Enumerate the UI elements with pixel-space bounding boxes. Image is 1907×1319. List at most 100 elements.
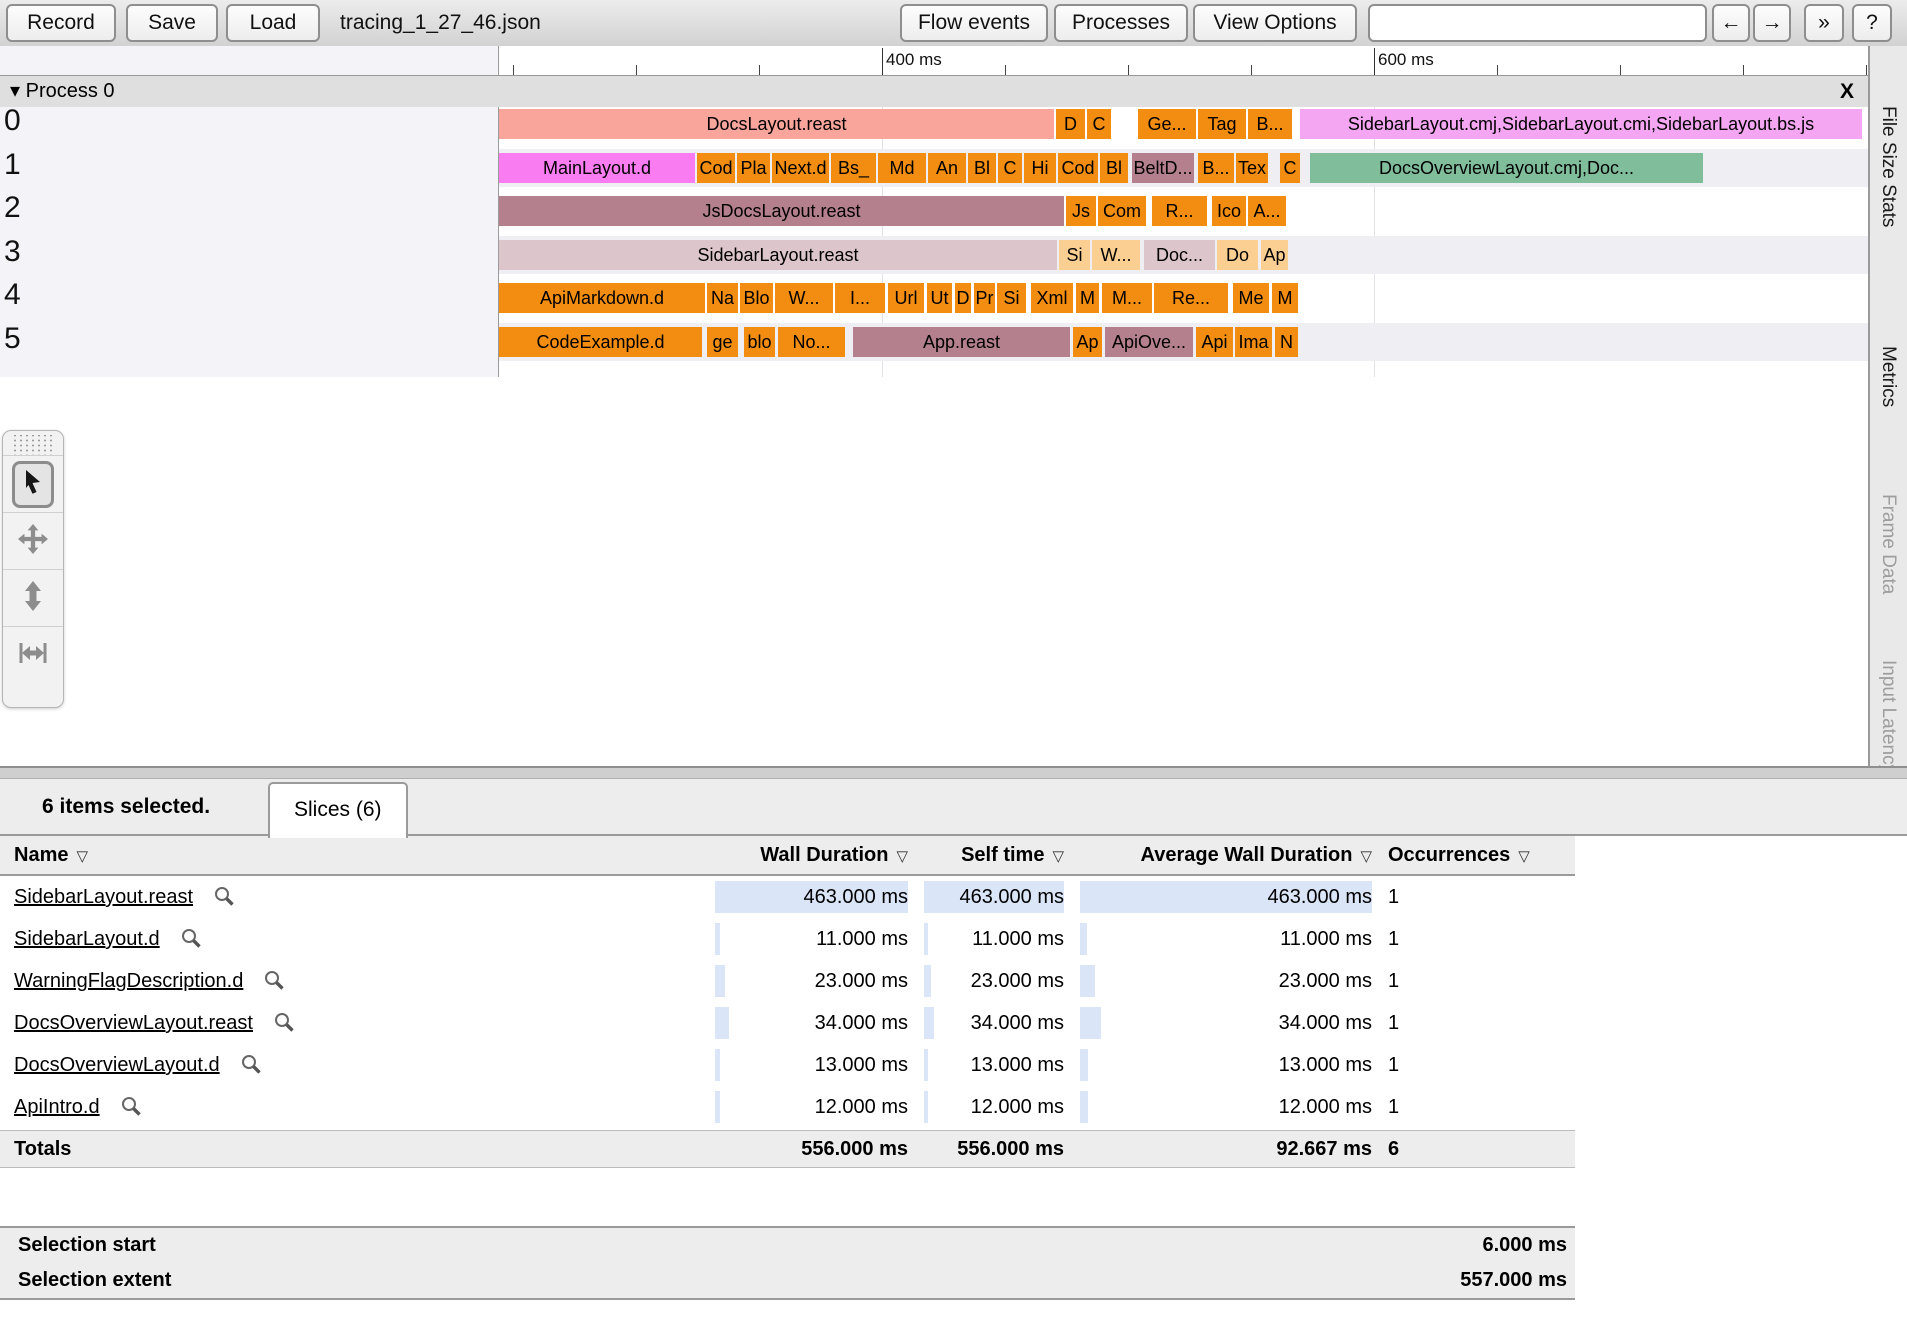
slice-name-link[interactable]: WarningFlagDescription.d — [14, 970, 243, 992]
find-previous-button[interactable]: ← — [1712, 4, 1750, 42]
column-header-occurrences[interactable]: Occurrences▽ — [1388, 836, 1566, 874]
slice-name-link[interactable]: SidebarLayout.d — [14, 928, 160, 950]
trace-slice[interactable]: Xml — [1031, 283, 1073, 313]
load-button[interactable]: Load — [226, 4, 320, 42]
trace-slice[interactable]: An — [928, 153, 966, 183]
timeline-tracks[interactable]: 0DocsLayout.reastDCGe...TagB...SidebarLa… — [0, 107, 1868, 766]
slice-name-link[interactable]: SidebarLayout.reast — [14, 886, 193, 908]
magnifier-icon[interactable] — [120, 1095, 142, 1117]
trace-slice[interactable]: BeltD... — [1132, 153, 1194, 183]
trace-slice[interactable]: Blo — [740, 283, 773, 313]
slice-name-link[interactable]: ApiIntro.d — [14, 1096, 100, 1118]
magnifier-icon[interactable] — [213, 885, 235, 907]
trace-slice[interactable]: M — [1076, 283, 1099, 313]
trace-slice[interactable]: D — [1056, 109, 1085, 139]
panel-splitter[interactable] — [0, 766, 1907, 779]
palette-grip-handle[interactable] — [11, 435, 55, 455]
trace-slice[interactable]: D — [955, 283, 971, 313]
trace-slice[interactable]: C — [998, 153, 1022, 183]
trace-slice[interactable]: I... — [835, 283, 885, 313]
sidebar-tab-metrics[interactable]: Metrics — [1877, 346, 1899, 407]
trace-slice[interactable]: Ap — [1261, 240, 1288, 270]
trace-slice[interactable]: Ima — [1235, 327, 1272, 357]
trace-slice[interactable]: SidebarLayout.cmj,SidebarLayout.cmi,Side… — [1300, 109, 1862, 139]
trace-slice[interactable]: M... — [1102, 283, 1152, 313]
trace-slice[interactable]: Com — [1098, 196, 1146, 226]
trace-slice[interactable]: CodeExample.d — [499, 327, 702, 357]
trace-slice[interactable]: DocsOverviewLayout.cmj,Doc... — [1310, 153, 1703, 183]
trace-slice[interactable]: C — [1087, 109, 1111, 139]
record-button[interactable]: Record — [6, 4, 116, 42]
trace-slice[interactable]: Tag — [1198, 109, 1246, 139]
trace-slice[interactable]: App.reast — [853, 327, 1070, 357]
trace-slice[interactable]: W... — [775, 283, 833, 313]
vertical-zoom-tool-button[interactable] — [3, 569, 63, 626]
save-button[interactable]: Save — [126, 4, 218, 42]
trace-slice[interactable]: Na — [707, 283, 738, 313]
trace-slice[interactable]: Api — [1196, 327, 1233, 357]
process-header[interactable]: ▾ Process 0 X — [0, 75, 1868, 109]
magnifier-icon[interactable] — [263, 969, 285, 991]
timing-tool-button[interactable] — [3, 626, 63, 683]
trace-slice[interactable]: A... — [1248, 196, 1286, 226]
trace-slice[interactable]: Hi — [1024, 153, 1056, 183]
trace-slice[interactable]: Ap — [1073, 327, 1102, 357]
trace-slice[interactable]: ApiOve... — [1105, 327, 1193, 357]
flow-events-button[interactable]: Flow events — [900, 4, 1048, 42]
trace-slice[interactable]: ge — [707, 327, 738, 357]
sidebar-tab-file-size-stats[interactable]: File Size Stats — [1877, 106, 1899, 227]
trace-slice[interactable]: MainLayout.d — [499, 153, 695, 183]
trace-slice[interactable]: SidebarLayout.reast — [499, 240, 1057, 270]
trace-slice[interactable]: Pr — [974, 283, 995, 313]
trace-slice[interactable]: Ge... — [1138, 109, 1196, 139]
find-next-button[interactable]: → — [1753, 4, 1791, 42]
trace-slice[interactable]: Doc... — [1144, 240, 1215, 270]
trace-slice[interactable]: Cod — [1058, 153, 1098, 183]
trace-slice[interactable]: Bl — [968, 153, 996, 183]
trace-slice[interactable]: Me — [1233, 283, 1269, 313]
process-close-button[interactable]: X — [1840, 76, 1854, 107]
trace-slice[interactable]: B... — [1198, 153, 1234, 183]
view-options-button[interactable]: View Options — [1193, 4, 1357, 42]
trace-slice[interactable]: blo — [744, 327, 775, 357]
magnifier-icon[interactable] — [273, 1011, 295, 1033]
magnifier-icon[interactable] — [240, 1053, 262, 1075]
pan-tool-button[interactable] — [3, 512, 63, 569]
search-input[interactable] — [1368, 4, 1707, 42]
trace-slice[interactable]: C — [1280, 153, 1300, 183]
trace-slice[interactable]: Re... — [1154, 283, 1228, 313]
trace-slice[interactable]: W... — [1092, 240, 1140, 270]
more-options-button[interactable]: » — [1804, 4, 1844, 42]
trace-slice[interactable]: B... — [1248, 109, 1292, 139]
trace-slice[interactable]: R... — [1152, 196, 1207, 226]
slice-name-link[interactable]: DocsOverviewLayout.reast — [14, 1012, 253, 1034]
magnifier-icon[interactable] — [180, 927, 202, 949]
trace-slice[interactable]: Md — [878, 153, 926, 183]
trace-slice[interactable]: Si — [997, 283, 1026, 313]
trace-slice[interactable]: Ico — [1212, 196, 1246, 226]
trace-slice[interactable]: Pla — [737, 153, 770, 183]
trace-slice[interactable]: Bs_ — [831, 153, 876, 183]
process-title[interactable]: ▾ Process 0 — [10, 76, 115, 107]
trace-slice[interactable]: Bl — [1100, 153, 1128, 183]
trace-slice[interactable]: Tex — [1236, 153, 1268, 183]
sidebar-tab-input-latency[interactable]: Input Latency — [1877, 660, 1899, 766]
slice-name-link[interactable]: DocsOverviewLayout.d — [14, 1054, 220, 1076]
help-button[interactable]: ? — [1852, 4, 1892, 42]
trace-slice[interactable]: Si — [1059, 240, 1090, 270]
time-ruler[interactable]: 400 ms600 ms — [0, 46, 1868, 75]
trace-slice[interactable]: JsDocsLayout.reast — [499, 196, 1064, 226]
sidebar-tab-frame-data[interactable]: Frame Data — [1877, 494, 1899, 594]
select-tool-button[interactable] — [3, 455, 63, 512]
trace-slice[interactable]: ApiMarkdown.d — [499, 283, 705, 313]
processes-button[interactable]: Processes — [1054, 4, 1188, 42]
trace-slice[interactable]: Ut — [927, 283, 952, 313]
trace-slice[interactable]: DocsLayout.reast — [499, 109, 1054, 139]
trace-slice[interactable]: N — [1275, 327, 1298, 357]
column-header-name[interactable]: Name▽ — [14, 836, 564, 874]
tab-slices[interactable]: Slices (6) — [268, 782, 408, 838]
column-header-average-wall-duration[interactable]: Average Wall Duration▽ — [890, 836, 1372, 874]
trace-slice[interactable]: Next.d — [772, 153, 829, 183]
trace-slice[interactable]: M — [1272, 283, 1298, 313]
trace-slice[interactable]: No... — [778, 327, 845, 357]
